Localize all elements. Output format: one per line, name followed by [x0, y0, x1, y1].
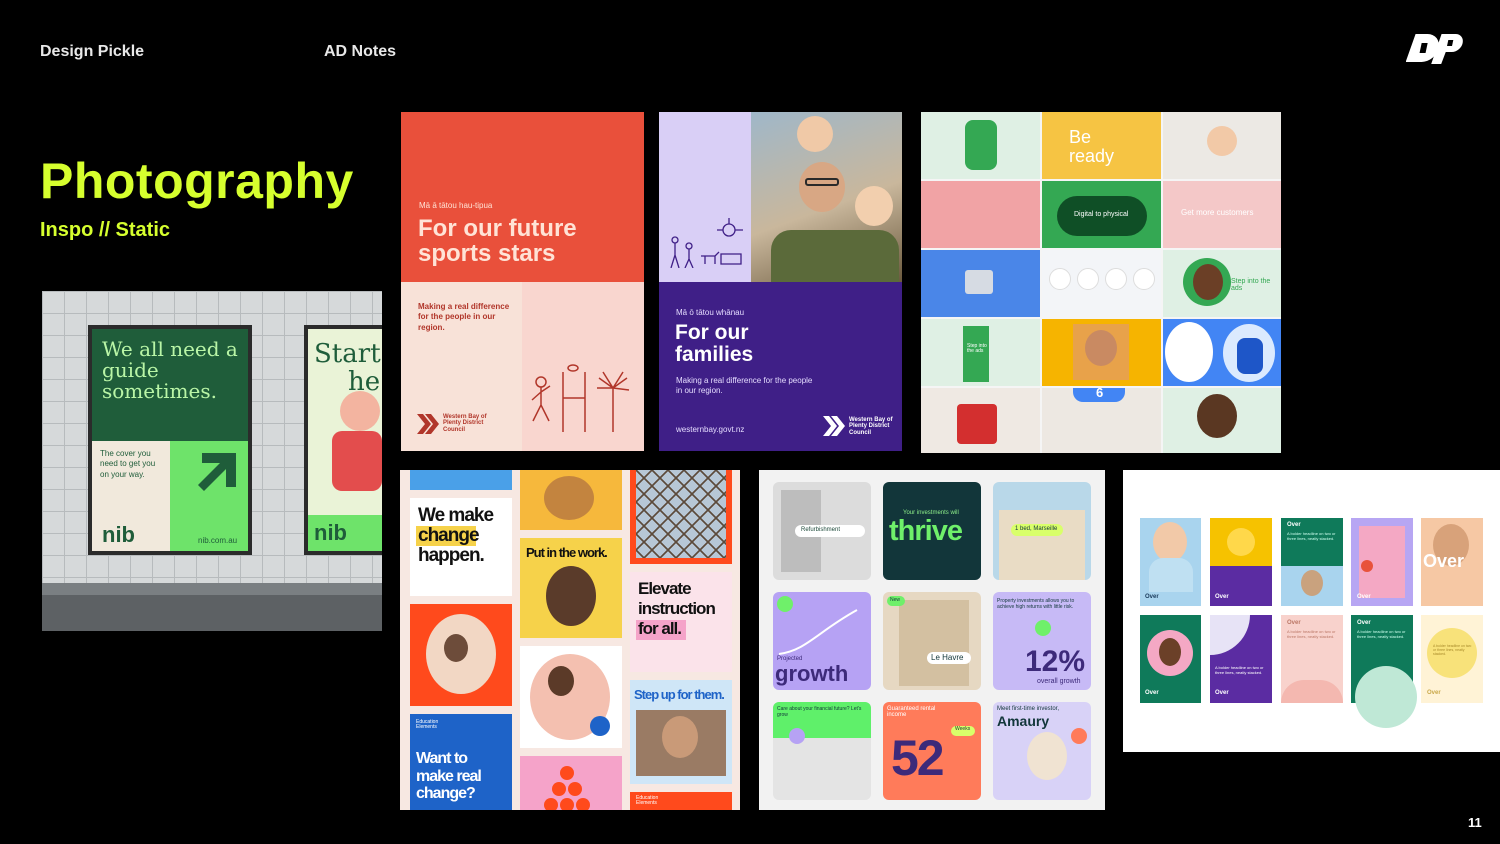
nib-logo-text: nib	[102, 522, 135, 547]
ad-notes-label: AD Notes	[324, 43, 397, 60]
invest-guaranteed: Guaranteed rental income	[887, 706, 936, 719]
over-brand-9: Over	[1427, 690, 1441, 696]
wbop1-kicker: Mā ā tātou hau-tipua	[419, 201, 493, 210]
over-brand-6: Over	[1215, 690, 1229, 696]
over-bolder-5: A bolder headline on two or three lines,…	[1433, 644, 1472, 657]
invest-overall: overall growth	[1037, 678, 1081, 685]
nib-poster-image: We all need a guide sometimes. The cover…	[42, 291, 382, 631]
page-subtitle: Inspo // Static	[40, 219, 171, 241]
over-brand-5: Over	[1145, 690, 1159, 696]
over-bolder-2: A bolder headline on two or three lines,…	[1215, 665, 1264, 675]
invest-52: 52	[891, 730, 945, 786]
wbop2-org: Western Bay of Plenty District Council	[849, 417, 893, 436]
page-title: Photography	[40, 153, 354, 209]
edu-step-up: Step up for them.	[634, 687, 725, 702]
wbop2-body: Making a real difference for the people …	[676, 376, 813, 396]
over-brand-7: Over	[1287, 620, 1301, 626]
wbop2-kicker: Mā ō tātou whānau	[676, 308, 745, 317]
edu-org-1: Education Elements	[416, 719, 439, 731]
over-bolder-1: A bolder headline on two or three lines,…	[1287, 531, 1336, 541]
over-brand-8: Over	[1357, 620, 1371, 626]
page-number: 11	[1468, 815, 1482, 830]
edu-put-in: Put in the work.	[526, 545, 608, 560]
invest-amaury: Amaury	[997, 713, 1050, 729]
wbop1-body: Making a real difference for the people …	[418, 302, 510, 332]
edu-want-to: Want to make real change?	[416, 750, 482, 803]
nib-headline: We all need a guide sometimes.	[102, 337, 238, 403]
edu-change: change	[418, 525, 480, 546]
arrow-up-right-icon	[198, 453, 236, 491]
nib-url: nib.com.au	[198, 536, 238, 545]
investment-grid: Refurbishment Your investments will thri…	[759, 470, 1105, 810]
invest-property-text: Property investments allows you to achie…	[997, 598, 1075, 610]
nib-poster2-headline: Start	[314, 339, 381, 369]
edu-org-2: Education Elements	[636, 795, 659, 807]
wbop2-url: westernbay.govt.nz	[676, 425, 745, 434]
wbop2-headline: For our families	[675, 321, 754, 367]
invest-meet: Meet first-time investor,	[997, 706, 1060, 712]
wbop-families-poster: Mā ō tātou whānau For our families Makin…	[659, 112, 902, 451]
over-brand-3: Over	[1287, 522, 1301, 528]
invest-growth: growth	[775, 661, 849, 686]
invest-le-havre: Le Havre	[931, 653, 964, 662]
invest-new: New	[890, 597, 901, 603]
over-bolder-3: A bolder headline on two or three lines,…	[1287, 629, 1336, 639]
edu-happen: happen.	[418, 545, 485, 566]
edu-elevate-a: Elevate	[638, 579, 692, 598]
google-ads-grid: Be ready Digital to physical Get more cu…	[921, 112, 1281, 453]
over-brand-grid: Over Over Over A bolder headline on two …	[1123, 470, 1500, 752]
over-brand-2: Over	[1215, 594, 1229, 600]
growth-curve-icon	[778, 609, 858, 655]
dp-logo-icon	[1406, 34, 1463, 64]
invest-refurb: Refurbishment	[801, 527, 841, 533]
google-number: 6	[1096, 385, 1104, 400]
google-digital: Digital to physical	[1074, 211, 1129, 218]
education-elements-grid: We make change happen. Education Element…	[400, 470, 740, 810]
google-be-ready: Be ready	[1069, 127, 1115, 166]
wbop1-org: Western Bay of Plenty District Council	[443, 414, 487, 433]
over-brand-1: Over	[1145, 594, 1159, 600]
wbop-logo-icon-2	[823, 416, 845, 436]
invest-weeks: Weeks	[955, 726, 971, 732]
invest-care: Care about your financial future? Let's …	[777, 706, 862, 718]
over-headline: Over	[1423, 551, 1465, 571]
over-brand-4: Over	[1357, 594, 1371, 600]
over-bolder-4: A bolder headline on two or three lines,…	[1357, 629, 1406, 639]
wbop-logo-icon	[417, 414, 439, 434]
edu-elevate-b: instruction	[638, 599, 716, 618]
invest-thrive: thrive	[889, 515, 963, 547]
nib-body: The cover you need to get you on your wa…	[100, 449, 156, 479]
nib-poster2-logo: nib	[314, 520, 347, 545]
wbop-sports-poster: Mā ā tātou hau-tipua For our future spor…	[401, 112, 644, 451]
edu-we-make: We make	[418, 505, 494, 526]
family-illustration-icon	[670, 218, 743, 268]
wbop1-headline: For our future sports stars	[418, 215, 577, 268]
google-customers: Get more customers	[1181, 208, 1254, 217]
invest-marseille: 1 bed, Marseille	[1015, 526, 1058, 532]
google-step: Step into the ads	[1231, 278, 1271, 293]
invest-pct: 12%	[1025, 645, 1086, 678]
google-step-green: Step into the ads	[967, 343, 987, 355]
rugby-player-illustration-icon	[531, 364, 630, 432]
brand-name: Design Pickle	[40, 43, 145, 60]
edu-elevate-c: for all.	[638, 619, 682, 638]
